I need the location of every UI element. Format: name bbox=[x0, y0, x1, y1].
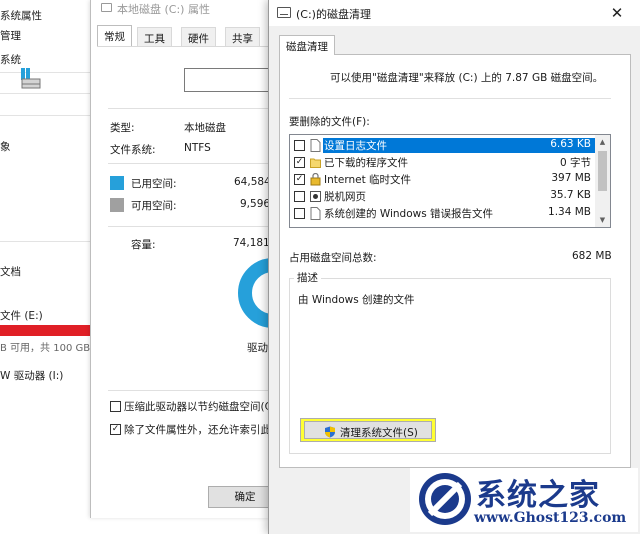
compress-label: 压缩此驱动器以节约磁盘空间(C bbox=[124, 401, 272, 413]
divider bbox=[0, 241, 90, 242]
item-checkbox[interactable] bbox=[294, 191, 305, 202]
drive-usage-bar bbox=[0, 325, 96, 336]
filesystem-label: 文件系统: bbox=[110, 144, 156, 156]
divider bbox=[108, 108, 290, 109]
item-checkbox[interactable] bbox=[294, 140, 305, 151]
type-label: 类型: bbox=[110, 122, 135, 134]
tab-general[interactable]: 常规 bbox=[97, 25, 132, 47]
list-scrollbar[interactable]: ▲ ▼ bbox=[595, 135, 610, 227]
divider bbox=[108, 226, 290, 227]
tab-hardware[interactable]: 硬件 bbox=[181, 27, 216, 47]
dialog-titlebar[interactable]: (C:)的磁盘清理 ✕ bbox=[269, 0, 640, 26]
properties-title: 本地磁盘 (C:) 属性 bbox=[117, 3, 210, 16]
item-size: 6.63 KB bbox=[530, 138, 595, 153]
dialog-title: (C:)的磁盘清理 bbox=[296, 8, 371, 21]
list-item[interactable]: 系统创建的 Windows 错误报告文件 1.34 MB bbox=[290, 205, 595, 222]
watermark-url: www.Ghost123.com bbox=[474, 510, 627, 526]
divider bbox=[0, 72, 90, 73]
folder-icon bbox=[310, 158, 321, 168]
divider bbox=[108, 390, 290, 391]
shield-icon bbox=[325, 426, 335, 438]
sidebar-item-system-properties[interactable]: 系统属性 bbox=[0, 8, 42, 23]
compress-checkbox[interactable] bbox=[110, 401, 121, 412]
file-icon bbox=[310, 139, 321, 152]
item-size: 397 MB bbox=[551, 172, 591, 184]
item-name: 脱机网页 bbox=[324, 191, 366, 203]
list-item[interactable]: 脱机网页 35.7 KB bbox=[290, 188, 595, 205]
item-checkbox[interactable]: ✓ bbox=[294, 157, 305, 168]
drive-label: 驱动 bbox=[247, 342, 268, 354]
item-name: 设置日志文件 bbox=[323, 138, 561, 153]
used-space-swatch bbox=[110, 176, 124, 190]
total-space-value: 682 MB bbox=[572, 250, 612, 262]
used-space-label: 已用空间: bbox=[131, 178, 177, 190]
item-size: 35.7 KB bbox=[550, 189, 591, 201]
divider bbox=[289, 98, 611, 99]
scroll-up-icon[interactable]: ▲ bbox=[595, 135, 610, 149]
drive-icon bbox=[21, 68, 41, 85]
capacity-label: 容量: bbox=[131, 239, 156, 251]
lock-icon bbox=[310, 173, 321, 186]
sidebar-item-objects[interactable]: 象 bbox=[0, 139, 11, 154]
item-size: 0 字节 bbox=[559, 157, 591, 169]
list-item[interactable]: ✓ 已下载的程序文件 0 字节 bbox=[290, 154, 595, 171]
watermark: 系统之家 www.Ghost123.com bbox=[410, 468, 638, 532]
type-value: 本地磁盘 bbox=[184, 122, 226, 134]
sidebar-item-drive-i[interactable]: W 驱动器 (I:) bbox=[0, 368, 63, 383]
item-name: Internet 临时文件 bbox=[324, 174, 412, 186]
item-checkbox[interactable] bbox=[294, 208, 305, 219]
cleanup-system-files-highlight: 清理系统文件(S) bbox=[300, 418, 436, 442]
free-space-label: 可用空间: bbox=[131, 200, 177, 212]
index-checkbox[interactable]: ✓ bbox=[110, 424, 121, 435]
filesystem-value: NTFS bbox=[184, 142, 211, 154]
index-label: 除了文件属性外，还允许索引此 bbox=[124, 424, 271, 436]
item-checkbox[interactable]: ✓ bbox=[294, 174, 305, 185]
cleanup-system-files-label: 清理系统文件(S) bbox=[340, 427, 418, 439]
tab-disk-cleanup[interactable]: 磁盘清理 bbox=[279, 35, 335, 55]
item-size: 1.34 MB bbox=[548, 206, 591, 218]
scroll-down-icon[interactable]: ▼ bbox=[595, 213, 610, 227]
item-name: 已下载的程序文件 bbox=[324, 157, 408, 169]
cleanup-system-files-button[interactable]: 清理系统文件(S) bbox=[304, 421, 432, 439]
close-button[interactable]: ✕ bbox=[595, 0, 639, 26]
explorer-sidebar: 系统属性 管理 系统 象 文档 文件 (E:) B 可用，共 100 GB W … bbox=[0, 0, 96, 534]
sidebar-item-manage[interactable]: 管理 bbox=[0, 28, 21, 43]
files-to-delete-label: 要删除的文件(F): bbox=[289, 116, 370, 128]
file-icon bbox=[310, 207, 321, 220]
scrollbar-thumb[interactable] bbox=[598, 151, 607, 191]
watermark-title: 系统之家 bbox=[476, 478, 600, 513]
window-icon bbox=[101, 3, 112, 12]
divider bbox=[0, 115, 90, 116]
tab-tools[interactable]: 工具 bbox=[137, 27, 172, 47]
sidebar-item-drive-e[interactable]: 文件 (E:) bbox=[0, 308, 43, 323]
list-item[interactable]: 设置日志文件 6.63 KB bbox=[290, 137, 595, 154]
divider bbox=[108, 163, 290, 164]
total-space-label: 占用磁盘空间总数: bbox=[289, 252, 377, 264]
list-item[interactable]: ✓ Internet 临时文件 397 MB bbox=[290, 171, 595, 188]
site-logo-icon bbox=[419, 473, 471, 525]
divider bbox=[0, 93, 90, 94]
sidebar-item-system[interactable]: 系统 bbox=[0, 52, 21, 67]
properties-titlebar[interactable]: 本地磁盘 (C:) 属性 bbox=[91, 0, 291, 16]
item-name: 系统创建的 Windows 错误报告文件 bbox=[324, 208, 494, 220]
tab-sharing[interactable]: 共享 bbox=[225, 27, 260, 47]
space-summary-text: 可以使用"磁盘清理"来释放 (C:) 上的 7.87 GB 磁盘空间。 bbox=[330, 72, 604, 84]
description-legend: 描述 bbox=[294, 270, 321, 285]
sidebar-item-documents[interactable]: 文档 bbox=[0, 264, 21, 279]
drive-free-space-text: B 可用，共 100 GB bbox=[0, 343, 91, 354]
webpage-icon bbox=[310, 191, 321, 202]
disk-cleanup-icon bbox=[277, 7, 291, 18]
description-text: 由 Windows 创建的文件 bbox=[298, 294, 415, 306]
free-space-swatch bbox=[110, 198, 124, 212]
files-to-delete-list[interactable]: 设置日志文件 6.63 KB ✓ 已下载的程序文件 0 字节 ✓ Interne… bbox=[289, 134, 611, 228]
